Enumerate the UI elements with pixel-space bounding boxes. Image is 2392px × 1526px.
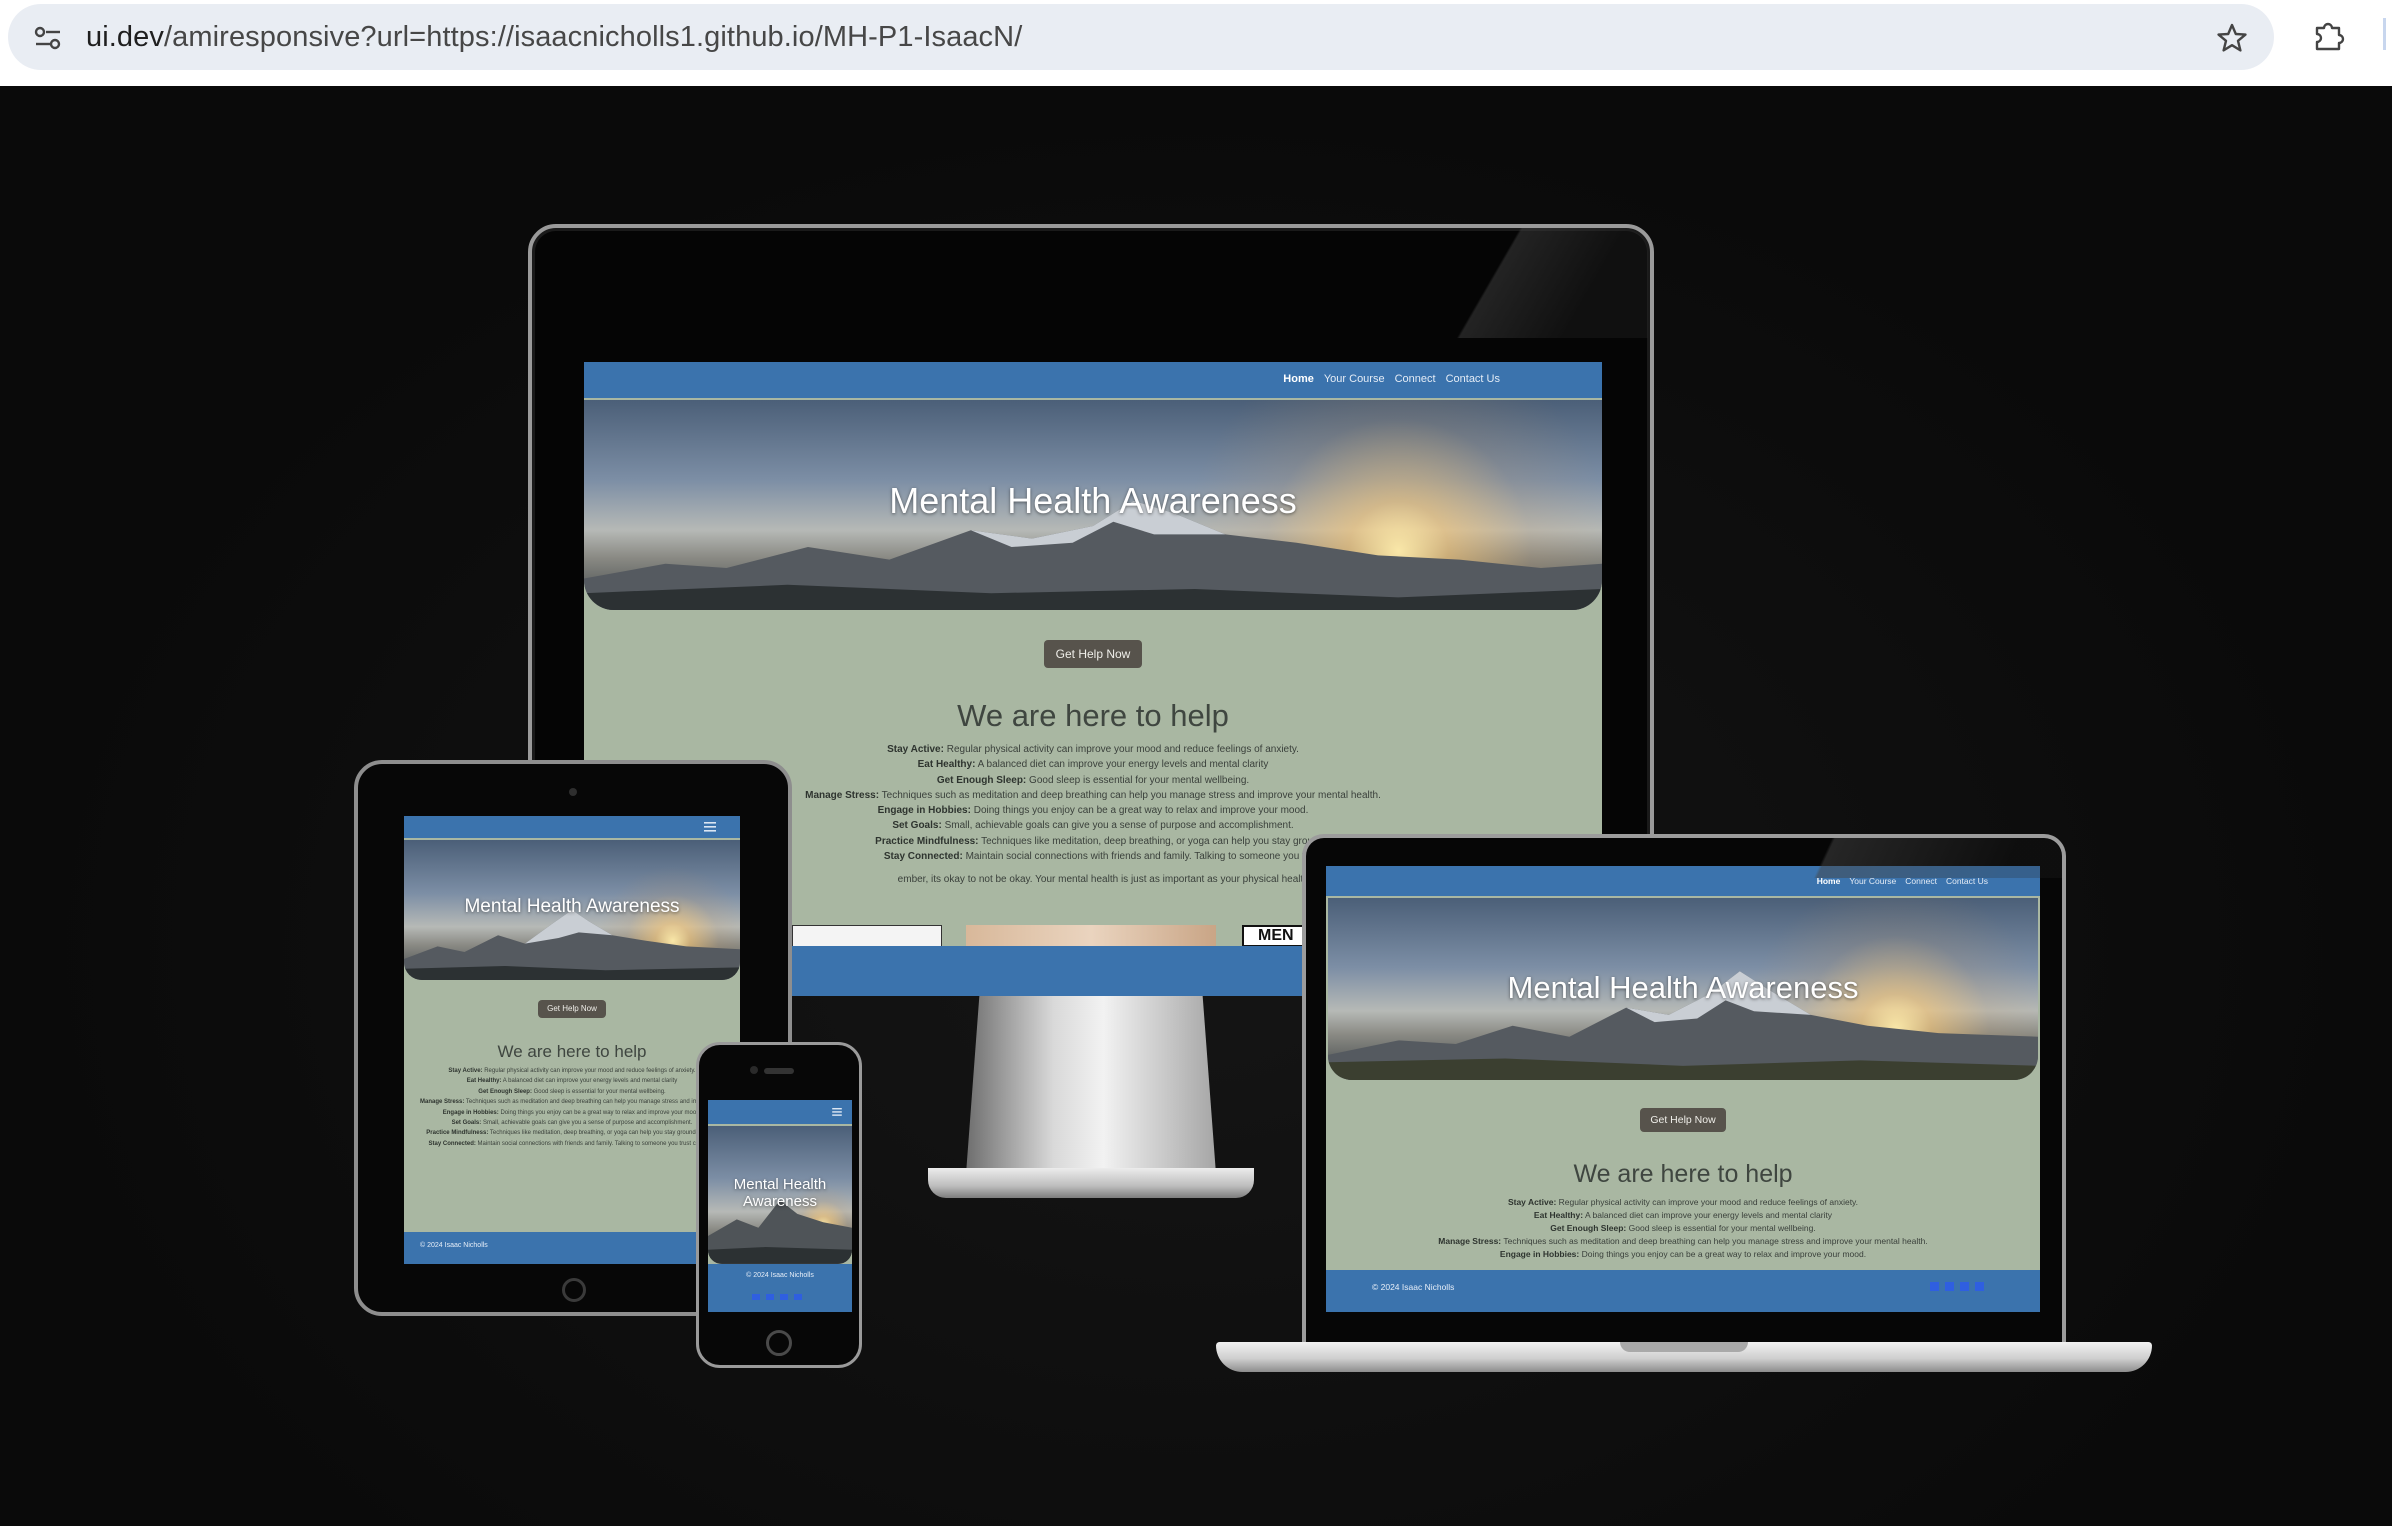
laptop-section-title: We are here to help	[1573, 1160, 1793, 1188]
monitor-stand-base	[928, 1168, 1254, 1198]
tip-item: Engage in Hobbies: Doing things you enjo…	[1499, 1249, 1867, 1259]
tablet-section-title: We are here to help	[497, 1042, 647, 1061]
nav-course[interactable]: Your Course	[1324, 373, 1385, 385]
desktop-section-title: We are here to help	[957, 698, 1229, 733]
phone-site-preview[interactable]: Mental Health Awareness © 2024 Isaac Nic…	[708, 1100, 852, 1312]
card-thumb-1[interactable]	[792, 925, 942, 947]
nav-contact[interactable]: Contact Us	[1446, 373, 1500, 385]
hamburger-menu-icon[interactable]	[832, 1108, 842, 1116]
tablet-footer: © 2024 Isaac Nicholls	[404, 1232, 740, 1264]
phone-home-button	[766, 1330, 792, 1356]
address-bar[interactable]: ui.dev/amiresponsive?url=https://isaacni…	[8, 4, 2274, 70]
desktop-help-button[interactable]: Get Help Now	[1044, 640, 1142, 668]
tip-item: Get Enough Sleep: Good sleep is essentia…	[478, 1088, 666, 1095]
nav-connect[interactable]: Connect	[1395, 373, 1436, 385]
tip-item: Manage Stress: Techniques such as medita…	[420, 1099, 740, 1106]
monitor-glare	[1438, 228, 1648, 338]
laptop-footer-text: © 2024 Isaac Nicholls	[1372, 1282, 1455, 1292]
tip-item: Eat Healthy: A balanced diet can improve…	[1533, 1210, 1833, 1220]
tip-item: Eat Healthy: A balanced diet can improve…	[466, 1078, 678, 1085]
tip-item: Manage Stress: Techniques such as medita…	[1438, 1236, 1928, 1246]
social-icons[interactable]	[1930, 1282, 1990, 1291]
tablet-site-preview[interactable]: Mental Health Awareness Get Help Now We …	[404, 816, 740, 1264]
tip-item: Set Goals: Small, achievable goals can g…	[451, 1120, 693, 1127]
social-icons[interactable]	[752, 1294, 808, 1300]
tablet-hero: Mental Health Awareness	[404, 840, 740, 980]
tip-item: Stay Connected: Maintain social connecti…	[428, 1140, 716, 1147]
url-host: ui.dev	[86, 21, 164, 53]
laptop-footer: © 2024 Isaac Nicholls	[1326, 1270, 2040, 1312]
phone-hero-title: Mental Health Awareness	[733, 1176, 827, 1210]
laptop-hero-title: Mental Health Awareness	[1507, 970, 1859, 1005]
phone-speaker	[764, 1068, 794, 1074]
laptop-tips-list: Stay Active: Regular physical activity c…	[1326, 1196, 2040, 1261]
tablet-hero-title: Mental Health Awareness	[464, 896, 680, 917]
tip-item: Engage in Hobbies: Doing things you enjo…	[442, 1109, 702, 1116]
tablet-camera	[569, 788, 577, 796]
hamburger-menu-icon[interactable]	[704, 822, 716, 832]
desktop-navbar: Home Your Course Connect Contact Us	[584, 362, 1602, 398]
tip-item: Get Enough Sleep: Good sleep is essentia…	[1550, 1223, 1816, 1233]
monitor-stand	[966, 974, 1216, 1174]
phone-footer-text: © 2024 Isaac Nicholls	[746, 1272, 814, 1279]
desktop-hero-title: Mental Health Awareness	[889, 480, 1297, 521]
tip-item: Stay Active: Regular physical activity c…	[448, 1068, 696, 1074]
laptop-site-preview[interactable]: Home Your Course Connect Contact Us Ment…	[1326, 866, 2040, 1312]
tip-item: Stay Active: Regular physical activity c…	[887, 744, 1299, 755]
phone-hero: Mental Health Awareness	[708, 1126, 852, 1264]
phone-camera	[750, 1066, 758, 1074]
laptop-glare	[1770, 838, 2062, 878]
tablet-home-button	[562, 1278, 586, 1302]
desktop-hero: Mental Health Awareness	[584, 400, 1602, 610]
url-text[interactable]: ui.dev/amiresponsive?url=https://isaacni…	[86, 21, 1022, 54]
laptop-notch	[1620, 1342, 1748, 1352]
laptop-hero: Mental Health Awareness	[1328, 898, 2038, 1080]
nav-home[interactable]: Home	[1283, 373, 1314, 385]
tip-item: Stay Active: Regular physical activity c…	[1507, 1197, 1859, 1207]
tablet-footer-text: © 2024 Isaac Nicholls	[420, 1242, 488, 1249]
phone-footer: © 2024 Isaac Nicholls	[708, 1264, 852, 1312]
phone-navbar	[708, 1100, 852, 1124]
tablet-tips-list: Stay Active: Regular physical activity c…	[404, 1066, 740, 1149]
tablet-navbar	[404, 816, 740, 838]
laptop-help-button[interactable]: Get Help Now	[1640, 1108, 1726, 1132]
extensions-puzzle-icon[interactable]	[2312, 18, 2346, 52]
toolbar-edge	[2383, 18, 2386, 50]
tip-item: Practice Mindfulness: Techniques like me…	[426, 1130, 718, 1137]
tablet-help-button[interactable]: Get Help Now	[538, 1000, 606, 1018]
bookmark-star-icon[interactable]	[2216, 22, 2248, 54]
browser-toolbar: ui.dev/amiresponsive?url=https://isaacni…	[0, 0, 2392, 86]
card-thumb-2[interactable]	[966, 925, 1216, 947]
site-info-icon[interactable]	[34, 26, 62, 50]
url-path: /amiresponsive?url=https://isaacnicholls…	[164, 21, 1023, 53]
